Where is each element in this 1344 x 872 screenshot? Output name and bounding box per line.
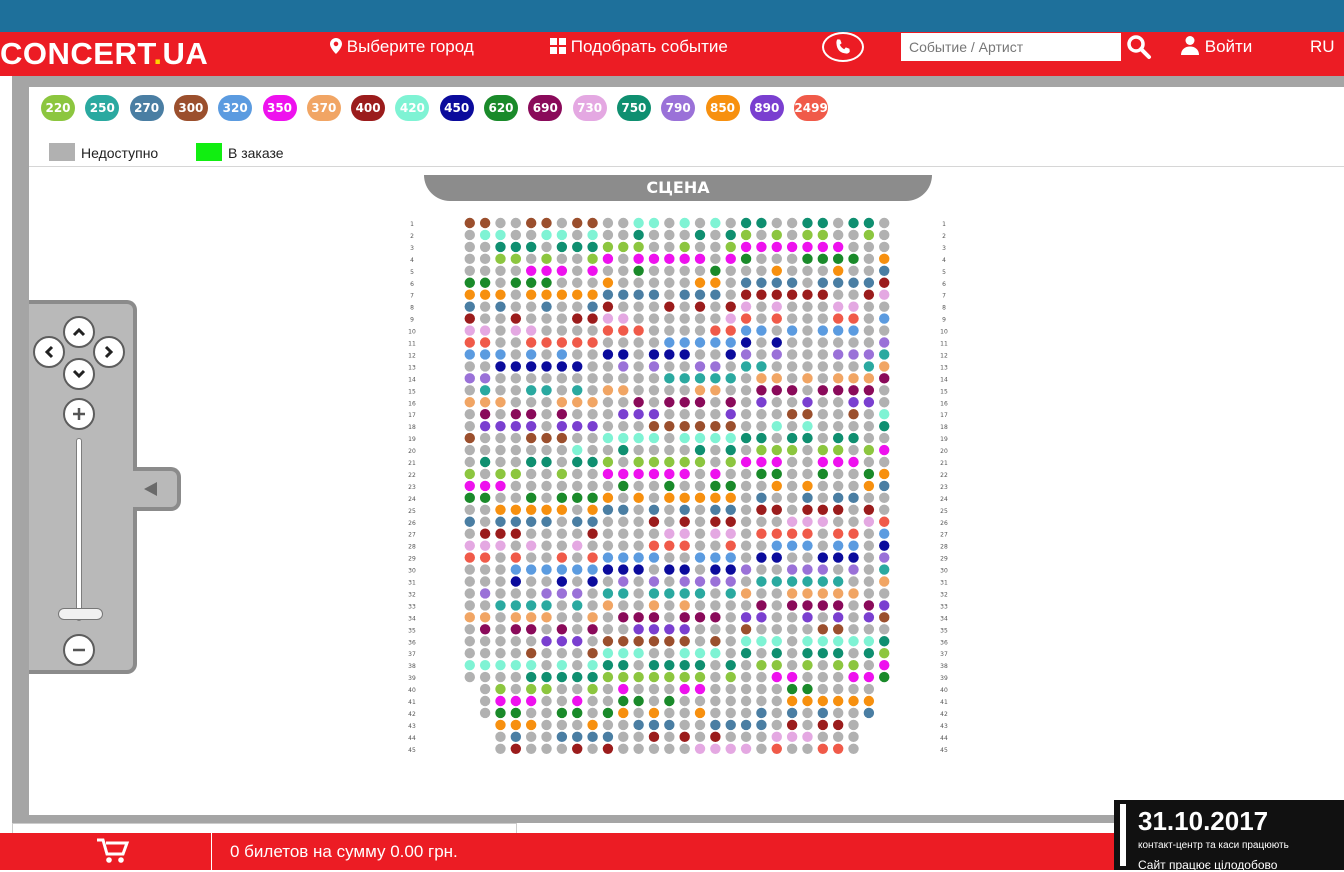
cart-summary: 0 билетов на сумму 0.00 грн. <box>230 842 458 861</box>
info-line-1: контакт-центр та каси працюють <box>1138 840 1289 851</box>
price-filter-890[interactable]: 890 <box>749 95 784 121</box>
chevron-left-icon <box>44 345 54 359</box>
language-switch[interactable]: RU <box>1310 32 1335 76</box>
price-filter-220[interactable]: 220 <box>41 95 75 121</box>
price-filter-750[interactable]: 750 <box>616 95 651 121</box>
site-header: CONCERT.UA Выберите город Подобрать собы… <box>0 32 1344 76</box>
price-filter-270[interactable]: 270 <box>129 95 164 121</box>
price-filter-370[interactable]: 370 <box>306 95 341 121</box>
info-box-accent <box>1120 804 1126 866</box>
collapse-panel-button[interactable] <box>133 467 181 511</box>
pan-right-button[interactable] <box>93 336 125 368</box>
cart-icon <box>97 838 130 863</box>
unavailable-label: Недоступно <box>81 145 159 161</box>
price-legend: 220 250 270 300 320 350 370 400 420 450 620 690 730 7… <box>29 87 1344 167</box>
location-pin-icon <box>330 38 342 54</box>
browser-top-bar <box>0 0 1344 32</box>
in-order-label: В заказе <box>228 145 284 161</box>
price-filter-400[interactable]: 400 <box>351 95 386 121</box>
zoom-slider-handle[interactable] <box>58 608 103 620</box>
in-order-swatch <box>196 143 222 161</box>
city-selector[interactable]: Выберите город <box>330 32 474 76</box>
price-filter-620[interactable]: 620 <box>484 95 518 121</box>
price-filter-250[interactable]: 250 <box>85 95 120 121</box>
search-icon <box>1127 35 1151 59</box>
pan-left-button[interactable] <box>33 336 65 368</box>
price-filter-690[interactable]: 690 <box>528 95 563 121</box>
site-logo[interactable]: CONCERT.UA <box>0 32 208 76</box>
zoom-in-button[interactable] <box>63 398 95 430</box>
search-placeholder: Событие / Артист <box>909 39 1024 55</box>
price-filter-420[interactable]: 420 <box>395 95 430 121</box>
price-filter-320[interactable]: 320 <box>218 95 253 121</box>
logo-main: CONCERT <box>0 36 154 71</box>
price-filter-790[interactable]: 790 <box>661 95 696 121</box>
login-label: Войти <box>1204 37 1253 56</box>
chevron-down-icon <box>72 369 86 379</box>
phone-icon <box>836 39 850 54</box>
pan-down-button[interactable] <box>63 358 95 390</box>
zoom-out-button[interactable] <box>63 634 95 666</box>
pan-up-button[interactable] <box>63 316 95 348</box>
unavailable-swatch <box>49 143 75 161</box>
pick-event-link[interactable]: Подобрать событие <box>550 32 728 76</box>
event-date: 31.10.2017 <box>1138 806 1269 836</box>
price-filter-2499[interactable]: 2499 <box>794 95 829 121</box>
grid-icon <box>550 38 566 54</box>
stage-label: СЦЕНА <box>424 175 932 201</box>
login-link[interactable]: Войти <box>1180 32 1252 76</box>
price-filter-350[interactable]: 350 <box>262 95 297 121</box>
pick-event-label: Подобрать событие <box>570 37 728 56</box>
minus-icon <box>73 648 85 652</box>
price-filter-850[interactable]: 850 <box>705 95 740 121</box>
phone-button[interactable] <box>822 32 864 62</box>
price-filter-730[interactable]: 730 <box>572 95 607 121</box>
search-input[interactable]: Событие / Артист <box>901 33 1121 61</box>
price-filter-450[interactable]: 450 <box>439 95 474 121</box>
city-label: Выберите город <box>346 37 474 56</box>
price-filter-300[interactable]: 300 <box>173 95 208 121</box>
chevron-right-icon <box>104 345 114 359</box>
chevron-up-icon <box>72 327 86 337</box>
search-button[interactable] <box>1126 34 1156 60</box>
triangle-left-icon <box>144 482 157 496</box>
plus-icon <box>73 408 85 420</box>
info-box: 31.10.2017 контакт-центр та каси працюют… <box>1114 800 1344 872</box>
logo-suffix: UA <box>162 36 209 71</box>
user-icon <box>1181 36 1199 55</box>
cart-button[interactable] <box>12 833 212 870</box>
zoom-slider-track[interactable] <box>76 438 82 621</box>
